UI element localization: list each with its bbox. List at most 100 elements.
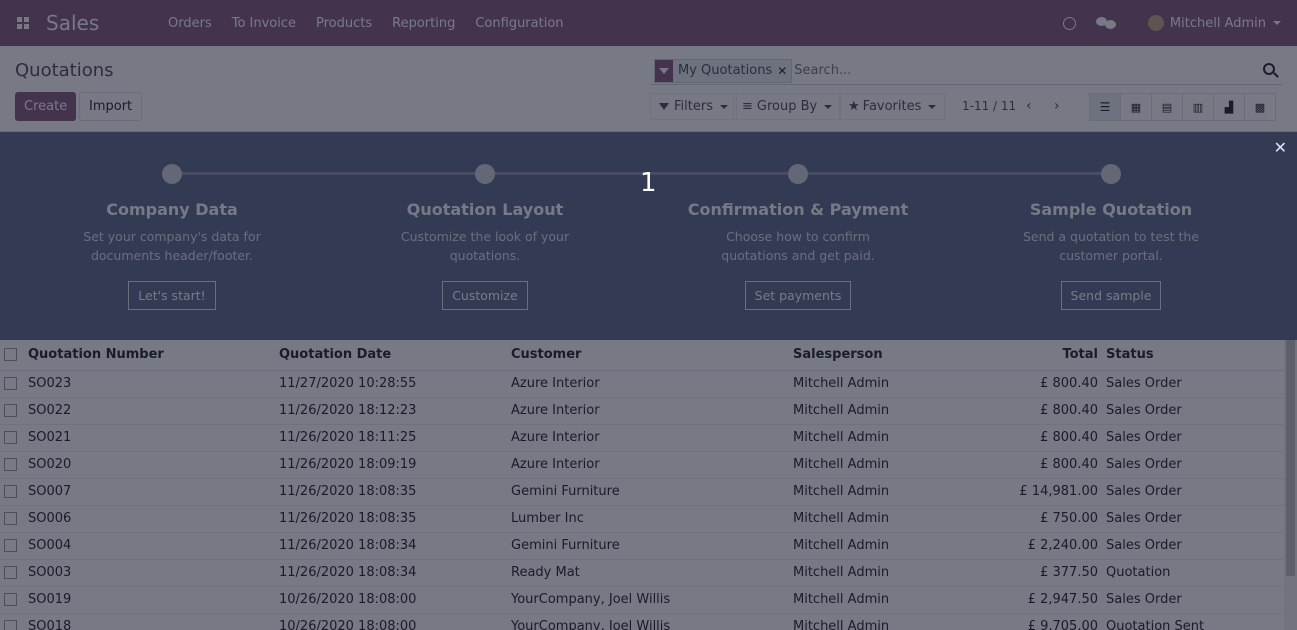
menu-item-configuration[interactable]: Configuration [465,16,573,31]
clock-icon[interactable] [1062,16,1076,30]
select-all-checkbox[interactable] [4,348,17,362]
table-row[interactable]: SO023 11/27/2020 10:28:55 Azure Interior Mi… [0,370,1284,398]
table-row[interactable]: SO004 11/26/2020 18:08:34 Gemini Furniture… [0,532,1284,560]
cell-quotation-date: 11/26/2020 18:11:25 [279,424,511,452]
menu-item-to-invoice[interactable]: To Invoice [222,16,306,31]
table-header-row: Quotation Number Quotation Date Customer… [0,340,1284,371]
cell-total: £ 9,705.00 [993,613,1106,630]
app-name[interactable]: Sales [46,11,158,35]
cell-quotation-number: SO018 [28,613,279,630]
search-input[interactable] [794,63,1255,78]
calendar-view-icon[interactable]: ▤ [1151,93,1183,121]
step-dot [162,164,182,184]
cell-status: Quotation Sent [1106,613,1284,630]
menu-item-orders[interactable]: Orders [158,16,222,31]
group-by-dropdown[interactable]: ≡ Group By [733,93,842,120]
row-checkbox[interactable] [4,404,17,417]
chevron-right-icon[interactable]: › [1054,98,1060,114]
scrollbar-thumb[interactable] [1286,340,1295,576]
header-quotation-number[interactable]: Quotation Number [28,340,279,371]
set-payments-button[interactable]: Set payments [744,281,852,310]
search-icon[interactable] [1263,63,1275,75]
row-checkbox[interactable] [4,539,17,552]
cell-total: £ 14,981.00 [993,478,1106,506]
cell-salesperson: Mitchell Admin [793,532,993,560]
activity-view-icon[interactable]: ▩ [1244,93,1276,121]
cell-quotation-date: 11/26/2020 18:08:34 [279,532,511,560]
pivot-view-icon[interactable]: ▥ [1182,93,1214,121]
cell-quotation-date: 11/26/2020 18:08:34 [279,559,511,587]
row-checkbox[interactable] [4,431,17,444]
menu-item-products[interactable]: Products [306,16,382,31]
cell-customer: Gemini Furniture [511,478,793,506]
step-description: Customize the look of your quotations. [400,229,570,263]
cell-salesperson: Mitchell Admin [793,559,993,587]
row-checkbox[interactable] [4,485,17,498]
list-view-icon[interactable]: ☰ [1089,93,1121,121]
user-menu[interactable]: Mitchell Admin [1147,15,1281,31]
cell-salesperson: Mitchell Admin [793,613,993,630]
row-checkbox[interactable] [4,377,17,390]
cell-total: £ 2,947.50 [993,586,1106,614]
step-title: Confirmation & Payment [687,200,909,219]
cell-quotation-number: SO020 [28,451,279,479]
main-menu: Orders To Invoice Products Reporting Con… [158,16,574,31]
filters-dropdown[interactable]: Filters [650,93,737,120]
chevron-down-icon [824,104,833,109]
chat-icon[interactable] [1095,17,1118,29]
lets-start-button[interactable]: Let's start! [128,281,216,310]
table-row[interactable]: SO020 11/26/2020 18:09:19 Azure Interior Mi… [0,451,1284,479]
pager-value[interactable]: 1-11 / 11 [962,99,1016,113]
table-row[interactable]: SO019 10/26/2020 18:08:00 YourCompany, Joe… [0,586,1284,614]
cell-status: Sales Order [1106,451,1284,479]
step-description: Set your company's data for documents he… [83,229,261,263]
graph-view-icon[interactable]: ▟ [1213,93,1245,121]
table-row[interactable]: SO003 11/26/2020 18:08:34 Ready Mat Mitchel… [0,559,1284,587]
row-checkbox[interactable] [4,458,17,471]
row-checkbox[interactable] [4,620,17,630]
kanban-view-icon[interactable]: ▦ [1120,93,1152,121]
cell-status: Sales Order [1106,370,1284,398]
search-facet[interactable]: My Quotations ✕ [654,58,793,83]
onboarding-step-company-data: Company Data Set your company's data for… [42,132,302,310]
customize-button[interactable]: Customize [442,281,528,310]
header-salesperson[interactable]: Salesperson [793,340,993,371]
cell-quotation-number: SO003 [28,559,279,587]
cell-customer: Ready Mat [511,559,793,587]
table-row[interactable]: SO006 11/26/2020 18:08:35 Lumber Inc Mitche… [0,505,1284,533]
apps-icon[interactable] [0,0,46,46]
top-navbar: Sales Orders To Invoice Products Reporti… [0,0,1297,46]
send-sample-button[interactable]: Send sample [1060,281,1162,310]
favorites-dropdown[interactable]: ★ Favorites [839,93,946,120]
header-customer[interactable]: Customer [511,340,793,371]
chevron-left-icon[interactable]: ‹ [1026,98,1032,114]
row-checkbox[interactable] [4,512,17,525]
close-icon[interactable]: ✕ [777,64,791,78]
cell-salesperson: Mitchell Admin [793,478,993,506]
header-quotation-date[interactable]: Quotation Date [279,340,511,371]
menu-item-reporting[interactable]: Reporting [382,16,465,31]
table-row[interactable]: SO018 10/26/2020 18:08:00 YourCompany, Joe… [0,613,1284,630]
scrollbar[interactable] [1284,340,1297,630]
row-checkbox[interactable] [4,566,17,579]
cell-customer: Azure Interior [511,397,793,425]
cell-status: Sales Order [1106,532,1284,560]
step-title: Sample Quotation [1029,200,1193,219]
cell-quotation-date: 10/26/2020 18:08:00 [279,613,511,630]
cell-customer: Azure Interior [511,451,793,479]
onboarding-step-sample-quotation: Sample Quotation Send a quotation to tes… [981,132,1241,310]
close-icon[interactable]: ✕ [1274,138,1287,157]
header-total[interactable]: Total [993,340,1106,371]
cell-customer: Lumber Inc [511,505,793,533]
cell-status: Sales Order [1106,478,1284,506]
create-button[interactable]: Create [15,92,77,121]
row-checkbox[interactable] [4,593,17,606]
step-dot [788,164,808,184]
import-button[interactable]: Import [79,92,143,121]
cell-salesperson: Mitchell Admin [793,505,993,533]
table-row[interactable]: SO007 11/26/2020 18:08:35 Gemini Furniture… [0,478,1284,506]
table-row[interactable]: SO021 11/26/2020 18:11:25 Azure Interior Mi… [0,424,1284,452]
header-status[interactable]: Status [1106,340,1284,371]
step-dot [475,164,495,184]
table-row[interactable]: SO022 11/26/2020 18:12:23 Azure Interior Mi… [0,397,1284,425]
